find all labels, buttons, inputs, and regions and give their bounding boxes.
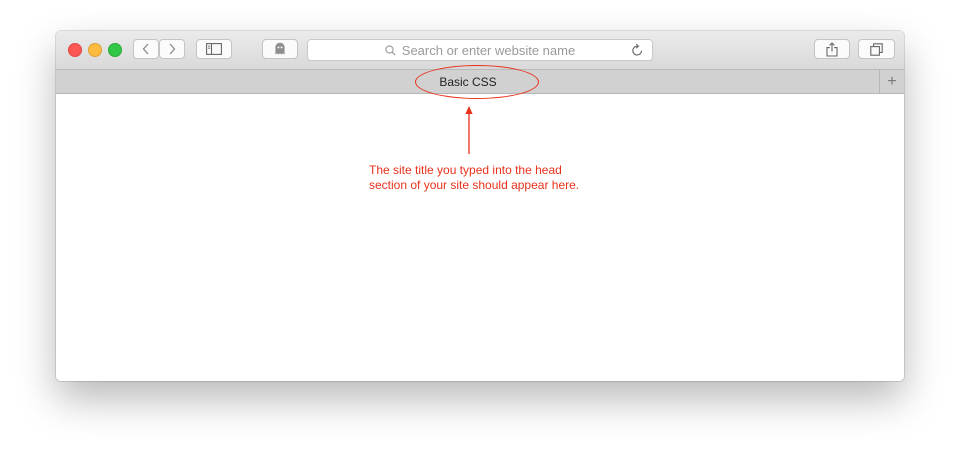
annotation-arrow-icon [465,106,473,154]
tab-title-highlight [415,65,539,99]
maximize-window-button[interactable] [108,43,122,57]
sidebar-button[interactable] [196,39,232,59]
reload-icon[interactable] [631,43,644,57]
minimize-window-button[interactable] [88,43,102,57]
new-tab-button[interactable]: + [879,70,904,93]
annotation-text: The site title you typed into the head s… [369,163,599,193]
page-content [56,94,904,381]
back-button[interactable] [133,39,159,59]
sidebar-icon [206,43,222,55]
tabs-overview-icon [870,42,883,56]
annotation-line-1: The site title you typed into the head [369,163,562,177]
share-icon [826,41,838,57]
address-placeholder: Search or enter website name [401,42,576,58]
annotation-line-2: section of your site should appear here. [369,178,580,192]
search-icon [385,44,396,56]
close-window-button[interactable] [68,43,82,57]
address-bar[interactable]: Search or enter website name [307,39,653,61]
privacy-report-button[interactable] [262,39,298,59]
forward-button[interactable] [159,39,185,59]
privacy-icon [275,42,285,55]
forward-icon [169,43,176,55]
back-icon [142,43,149,55]
share-button[interactable] [814,39,850,59]
plus-icon: + [887,72,897,90]
tabs-overview-button[interactable] [858,39,895,59]
